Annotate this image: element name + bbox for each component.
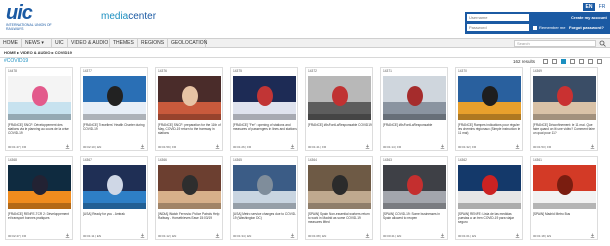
video-thumbnail[interactable]: [308, 76, 371, 120]
video-caption[interactable]: [FRANCE] "Fer": opening of stations and …: [233, 123, 297, 131]
video-id: 14478: [8, 69, 17, 73]
video-thumbnail[interactable]: [8, 76, 71, 120]
download-icon[interactable]: [365, 233, 370, 238]
video-caption[interactable]: [FRANCE] #IlsFontLaResponsable: [383, 123, 447, 127]
download-icon[interactable]: [140, 144, 145, 149]
video-thumbnail[interactable]: [458, 165, 521, 209]
video-thumbnail[interactable]: [458, 76, 521, 120]
video-caption[interactable]: [FRANCE] Rampes indications pour réguler…: [458, 123, 522, 135]
video-meta: 00:01:11 | EN: [83, 234, 102, 238]
video-thumbnail[interactable]: [233, 76, 296, 120]
video-caption[interactable]: [SPAIN] COVID-19: Some businesses in Spa…: [383, 212, 447, 220]
video-card[interactable]: 14368 [FRANCE] RENFE-TCR 2: Développement…: [5, 156, 73, 240]
video-meta: 00:01:32 | FR: [458, 145, 477, 149]
download-icon[interactable]: [215, 144, 220, 149]
download-icon[interactable]: [215, 233, 220, 238]
video-id: 14366: [158, 158, 167, 162]
video-thumbnail[interactable]: [83, 165, 146, 209]
video-caption[interactable]: [FRANCE] Travellers' Health Charter duri…: [83, 123, 147, 131]
video-meta: 00:01:01 | ES: [458, 234, 477, 238]
video-meta: 00:01:18 | ES: [533, 234, 552, 238]
video-card[interactable]: 14361 [SPAIN] Madrid Metro Bus 00:01:18 | …: [530, 156, 598, 240]
download-icon[interactable]: [440, 144, 445, 149]
download-icon[interactable]: [65, 233, 70, 238]
video-id: 14377: [83, 69, 92, 73]
download-icon[interactable]: [515, 233, 520, 238]
video-thumbnail[interactable]: [83, 76, 146, 120]
video-thumbnail[interactable]: [383, 76, 446, 120]
video-card[interactable]: 14376 [FRANCE] SNCF: preparation for the …: [155, 67, 223, 151]
video-meta: 00:01:47 | FR: [8, 145, 27, 149]
video-meta: 00:01:41 | FR: [308, 145, 327, 149]
video-id: 14371: [383, 69, 392, 73]
video-card[interactable]: 14365 [USA] Metro service changes due to …: [230, 156, 298, 240]
video-meta: 00:01:59 | FR: [158, 145, 177, 149]
video-thumbnail[interactable]: [383, 165, 446, 209]
video-thumbnail[interactable]: [158, 76, 221, 120]
video-card[interactable]: 14371 [FRANCE] #IlsFontLaResponsable 00:01…: [380, 67, 448, 151]
download-icon[interactable]: [65, 144, 70, 149]
video-caption[interactable]: [FRANCE] #IlsFontLaResponsable COVID19: [308, 123, 372, 127]
video-id: 14361: [533, 158, 542, 162]
video-thumbnail[interactable]: [308, 165, 371, 209]
download-icon[interactable]: [140, 233, 145, 238]
video-meta: 00:01:34 | EN: [233, 234, 252, 238]
video-thumbnail[interactable]: [8, 165, 71, 209]
download-icon[interactable]: [290, 144, 295, 149]
video-meta: 00:00:41 | EN: [383, 234, 402, 238]
download-icon[interactable]: [515, 144, 520, 149]
video-id: 14375: [233, 69, 242, 73]
video-thumbnail[interactable]: [233, 165, 296, 209]
video-caption[interactable]: [SPAIN] RENFE: Lista de las medidas pues…: [458, 212, 522, 224]
video-card[interactable]: 14364 [SPAIN] Spain Non-essential workers…: [305, 156, 373, 240]
video-card[interactable]: 14478 [FRANCE] SNCF: Développement des st…: [5, 67, 73, 151]
video-id: 14367: [83, 158, 92, 162]
download-icon[interactable]: [440, 233, 445, 238]
download-icon[interactable]: [590, 144, 595, 149]
video-meta: 00:02:10 | EN: [83, 145, 102, 149]
video-meta: 00:01:08 | EN: [308, 234, 327, 238]
video-caption[interactable]: [FRANCE] Déconfinement: le 11 mai. Que f…: [533, 123, 597, 135]
video-id: 14362: [458, 158, 467, 162]
video-id: 14370: [458, 69, 467, 73]
video-caption[interactable]: [USA] Ready for you - Amtrak: [83, 212, 147, 216]
video-id: 14376: [158, 69, 167, 73]
video-id: 14365: [233, 158, 242, 162]
video-caption[interactable]: [FRANCE] RENFE-TCR 2: Développement et t…: [8, 212, 72, 220]
video-id: 14372: [308, 69, 317, 73]
video-card[interactable]: 14366 [INDIA] Watch Ferrovia: Police Patr…: [155, 156, 223, 240]
video-meta: 00:01:26 | FR: [233, 145, 252, 149]
video-id: 14368: [8, 158, 17, 162]
video-meta: 00:02:47 | FR: [8, 234, 27, 238]
video-card[interactable]: 14377 [FRANCE] Travellers' Health Charter…: [80, 67, 148, 151]
video-meta: 00:01:12 | EN: [158, 234, 177, 238]
download-icon[interactable]: [290, 233, 295, 238]
video-meta: 00:01:53 | FR: [533, 145, 552, 149]
video-grid: 14478 [FRANCE] SNCF: Développement des st…: [0, 0, 610, 246]
video-id: 14369: [533, 69, 542, 73]
video-caption[interactable]: [FRANCE] SNCF: preparation for the 11th …: [158, 123, 222, 135]
video-card[interactable]: 14362 [SPAIN] RENFE: Lista de las medidas…: [455, 156, 523, 240]
video-id: 14363: [383, 158, 392, 162]
video-thumbnail[interactable]: [533, 76, 596, 120]
video-caption[interactable]: [INDIA] Watch Ferrovia: Police Patrols H…: [158, 212, 222, 220]
video-thumbnail[interactable]: [158, 165, 221, 209]
video-meta: 00:01:14 | FR: [383, 145, 402, 149]
video-card[interactable]: 14369 [FRANCE] Déconfinement: le 11 mai. …: [530, 67, 598, 151]
video-caption[interactable]: [FRANCE] SNCF: Développement des station…: [8, 123, 72, 135]
video-caption[interactable]: [SPAIN] Madrid Metro Bus: [533, 212, 597, 216]
video-caption[interactable]: [USA] Metro service changes due to COVID…: [233, 212, 297, 220]
video-card[interactable]: 14370 [FRANCE] Rampes indications pour ré…: [455, 67, 523, 151]
video-card[interactable]: 14375 [FRANCE] "Fer": opening of stations…: [230, 67, 298, 151]
video-card[interactable]: 14363 [SPAIN] COVID-19: Some businesses i…: [380, 156, 448, 240]
video-thumbnail[interactable]: [533, 165, 596, 209]
video-id: 14364: [308, 158, 317, 162]
download-icon[interactable]: [590, 233, 595, 238]
video-caption[interactable]: [SPAIN] Spain Non-essential workers retu…: [308, 212, 372, 224]
video-card[interactable]: 14372 [FRANCE] #IlsFontLaResponsable COVI…: [305, 67, 373, 151]
download-icon[interactable]: [365, 144, 370, 149]
video-card[interactable]: 14367 [USA] Ready for you - Amtrak 00:01:1…: [80, 156, 148, 240]
